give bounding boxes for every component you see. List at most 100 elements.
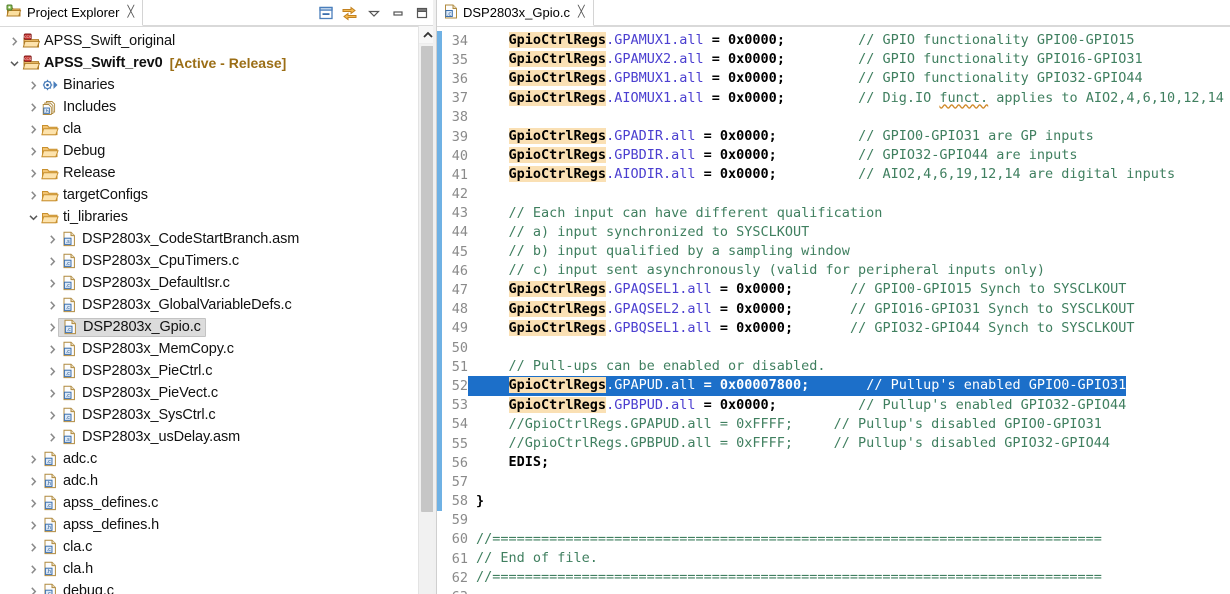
tree-item-debug-c[interactable]: .c debug.c <box>0 580 436 594</box>
code-text[interactable]: //======================================… <box>468 530 1102 549</box>
code-text[interactable]: GpioCtrlRegs.GPAMUX2.all = 0x0000; // GP… <box>468 50 1143 69</box>
code-text[interactable]: // Pull-ups can be enabled or disabled. <box>468 357 826 376</box>
tree-item-dsp2803x-sysctrl-c[interactable]: .c DSP2803x_SysCtrl.c <box>0 404 436 426</box>
tree-item-debug[interactable]: Debug <box>0 140 436 162</box>
chevron-right-icon[interactable] <box>25 190 41 201</box>
tree-item-cla-c[interactable]: .c cla.c <box>0 536 436 558</box>
tree-item-dsp2803x-pievect-c[interactable]: .c DSP2803x_PieVect.c <box>0 382 436 404</box>
minimize-icon[interactable] <box>389 5 406 22</box>
tree-item-binaries[interactable]: Binaries <box>0 74 436 96</box>
code-line[interactable]: 48 GpioCtrlRegs.GPAQSEL2.all = 0x0000; /… <box>437 299 1230 319</box>
code-text[interactable]: //======================================… <box>468 568 1102 587</box>
chevron-right-icon[interactable] <box>44 300 60 311</box>
tab-dsp2803x-gpio-c[interactable]: .c DSP2803x_Gpio.c ╳ <box>437 0 594 26</box>
code-line[interactable]: 38 <box>437 107 1230 127</box>
code-line[interactable]: 46 // c) input sent asynchronously (vali… <box>437 261 1230 281</box>
tree-item-apss-swift-original[interactable]: CCS APSS_Swift_original <box>0 30 436 52</box>
chevron-right-icon[interactable] <box>25 498 41 509</box>
code-line[interactable]: 54 //GpioCtrlRegs.GPAPUD.all = 0xFFFF; /… <box>437 414 1230 434</box>
chevron-right-icon[interactable] <box>44 234 60 245</box>
code-text[interactable]: GpioCtrlRegs.AIOMUX1.all = 0x0000; // Di… <box>468 89 1224 108</box>
code-line[interactable]: 49 GpioCtrlRegs.GPBQSEL1.all = 0x0000; /… <box>437 318 1230 338</box>
chevron-right-icon[interactable] <box>25 80 41 91</box>
tree-item-dsp2803x-globalvariabledefs-c[interactable]: .c DSP2803x_GlobalVariableDefs.c <box>0 294 436 316</box>
tree-item-dsp2803x-cputimers-c[interactable]: .c DSP2803x_CpuTimers.c <box>0 250 436 272</box>
code-text[interactable]: EDIS; <box>468 453 550 472</box>
close-icon[interactable]: ╳ <box>127 7 134 18</box>
tree-item-cla-h[interactable]: .h cla.h <box>0 558 436 580</box>
code-line[interactable]: 42 <box>437 184 1230 204</box>
chevron-right-icon[interactable] <box>25 542 41 553</box>
chevron-right-icon[interactable] <box>25 146 41 157</box>
tree-item-cla[interactable]: cla <box>0 118 436 140</box>
tree-item-apss-defines-h[interactable]: .h apss_defines.h <box>0 514 436 536</box>
tree-item-dsp2803x-piectrl-c[interactable]: .c DSP2803x_PieCtrl.c <box>0 360 436 382</box>
code-line[interactable]: 55 //GpioCtrlRegs.GPBPUD.all = 0xFFFF; /… <box>437 433 1230 454</box>
tree-item-release[interactable]: Release <box>0 162 436 184</box>
chevron-right-icon[interactable] <box>25 124 41 135</box>
tree-item-apss-defines-c[interactable]: .c apss_defines.c <box>0 492 436 514</box>
code-line[interactable]: 36 GpioCtrlRegs.GPBMUX1.all = 0x0000; //… <box>437 69 1230 89</box>
code-line[interactable]: 39 GpioCtrlRegs.GPADIR.all = 0x0000; // … <box>437 126 1230 147</box>
code-line[interactable]: 43 // Each input can have different qual… <box>437 203 1230 223</box>
tree-item-targetconfigs[interactable]: targetConfigs <box>0 184 436 206</box>
code-line[interactable]: 44 // a) input synchronized to SYSCLKOUT <box>437 222 1230 243</box>
code-text[interactable]: //GpioCtrlRegs.GPBPUD.all = 0xFFFF; // P… <box>468 434 1110 453</box>
chevron-right-icon[interactable] <box>25 564 41 575</box>
chevron-right-icon[interactable] <box>44 410 60 421</box>
code-text[interactable]: // c) input sent asynchronously (valid f… <box>468 261 1045 280</box>
code-text[interactable]: GpioCtrlRegs.GPBPUD.all = 0x0000; // Pul… <box>468 396 1126 415</box>
code-line[interactable]: 40 GpioCtrlRegs.GPBDIR.all = 0x0000; // … <box>437 146 1230 166</box>
code-text[interactable]: GpioCtrlRegs.AIODIR.all = 0x0000; // AIO… <box>468 165 1175 184</box>
code-text[interactable]: GpioCtrlRegs.GPAMUX1.all = 0x0000; // GP… <box>468 31 1134 50</box>
tree-item-dsp2803x-gpio-c[interactable]: .c DSP2803x_Gpio.c <box>0 316 436 338</box>
chevron-down-icon[interactable] <box>6 58 22 69</box>
chevron-right-icon[interactable] <box>25 102 41 113</box>
code-line[interactable]: 45 // b) input qualified by a sampling w… <box>437 242 1230 262</box>
chevron-right-icon[interactable] <box>44 366 60 377</box>
code-line[interactable]: 59 <box>437 511 1230 530</box>
tree-item-ti-libraries[interactable]: ti_libraries <box>0 206 436 228</box>
chevron-right-icon[interactable] <box>44 278 60 289</box>
code-line[interactable]: 60 //====================================… <box>437 530 1230 549</box>
code-text[interactable]: // a) input synchronized to SYSCLKOUT <box>468 223 810 242</box>
tree-item-adc-h[interactable]: .h adc.h <box>0 470 436 492</box>
tree-item-includes[interactable]: .h Includes <box>0 96 436 118</box>
code-line[interactable]: 56 EDIS; <box>437 453 1230 473</box>
chevron-right-icon[interactable] <box>25 476 41 487</box>
chevron-right-icon[interactable] <box>25 520 41 531</box>
chevron-right-icon[interactable] <box>25 454 41 465</box>
tree-item-dsp2803x-codestartbranch-asm[interactable]: .s DSP2803x_CodeStartBranch.asm <box>0 228 436 250</box>
code-line[interactable]: 50 <box>437 338 1230 358</box>
chevron-right-icon[interactable] <box>6 36 22 47</box>
close-icon[interactable]: ╳ <box>578 7 585 18</box>
code-line[interactable]: 62 //====================================… <box>437 568 1230 587</box>
code-line[interactable]: 61 // End of file. <box>437 549 1230 568</box>
code-line[interactable]: 37 GpioCtrlRegs.AIOMUX1.all = 0x0000; //… <box>437 88 1230 108</box>
code-text[interactable]: GpioCtrlRegs.GPBQSEL1.all = 0x0000; // G… <box>468 319 1134 338</box>
code-line[interactable]: 58} <box>437 491 1230 511</box>
code-text[interactable]: // b) input qualified by a sampling wind… <box>468 242 850 261</box>
link-with-editor-icon[interactable] <box>341 5 358 22</box>
tab-project-explorer[interactable]: Project Explorer ╳ <box>0 0 144 26</box>
tree-item-dsp2803x-memcopy-c[interactable]: .c DSP2803x_MemCopy.c <box>0 338 436 360</box>
code-line[interactable]: 47 GpioCtrlRegs.GPAQSEL1.all = 0x0000; /… <box>437 280 1230 300</box>
code-line[interactable]: 35 GpioCtrlRegs.GPAMUX2.all = 0x0000; //… <box>437 50 1230 70</box>
chevron-right-icon[interactable] <box>44 256 60 267</box>
project-tree[interactable]: CCS APSS_Swift_original CCS APSS_Swift_r… <box>0 27 436 594</box>
chevron-right-icon[interactable] <box>44 344 60 355</box>
code-text[interactable]: GpioCtrlRegs.GPAPUD.all = 0x00007800; //… <box>468 376 1127 396</box>
code-text[interactable]: //GpioCtrlRegs.GPAPUD.all = 0xFFFF; // P… <box>468 415 1102 434</box>
chevron-down-icon[interactable] <box>25 212 41 223</box>
code-text[interactable]: GpioCtrlRegs.GPBMUX1.all = 0x0000; // GP… <box>468 69 1143 88</box>
tree-item-adc-c[interactable]: .c adc.c <box>0 448 436 470</box>
tree-item-dsp2803x-defaultisr-c[interactable]: .c DSP2803x_DefaultIsr.c <box>0 272 436 294</box>
code-text[interactable]: // Each input can have different qualifi… <box>468 204 883 223</box>
view-menu-icon[interactable] <box>365 5 382 22</box>
code-text[interactable]: GpioCtrlRegs.GPAQSEL1.all = 0x0000; // G… <box>468 280 1126 299</box>
source-code-viewport[interactable]: 34 GpioCtrlRegs.GPAMUX1.all = 0x0000; //… <box>437 27 1230 594</box>
code-line[interactable]: 53 GpioCtrlRegs.GPBPUD.all = 0x0000; // … <box>437 395 1230 415</box>
chevron-right-icon[interactable] <box>44 388 60 399</box>
code-line[interactable]: 57 <box>437 472 1230 492</box>
code-line[interactable]: 63 <box>437 587 1230 594</box>
